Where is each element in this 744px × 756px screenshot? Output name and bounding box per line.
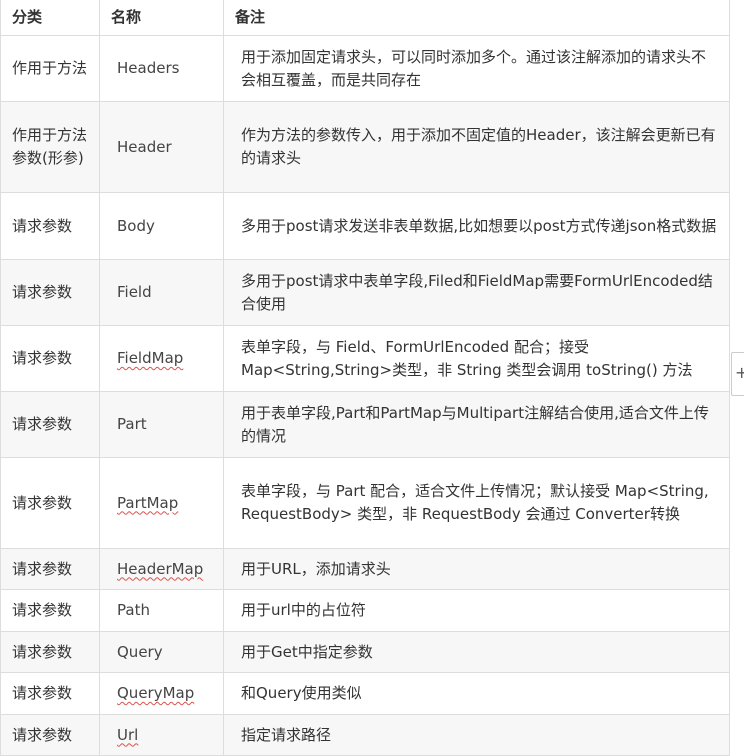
- row-note: 用于添加固定请求头，可以同时添加多个。通过该注解添加的请求头不会相互覆盖，而是共…: [223, 35, 730, 102]
- row-category: 请求参数: [0, 457, 100, 549]
- header-category: 分类: [0, 0, 100, 36]
- row-name: FieldMap: [99, 325, 224, 392]
- row-note: 用于Get中指定参数: [223, 631, 730, 673]
- row-note: 表单字段，与 Field、FormUrlEncoded 配合；接受 Map<St…: [223, 325, 730, 392]
- row-note: 和Query使用类似: [223, 672, 730, 715]
- row-category: 请求参数: [0, 259, 100, 326]
- row-category: 请求参数: [0, 548, 100, 590]
- table-row: 请求参数 Url 指定请求路径: [0, 714, 730, 756]
- row-name: Field: [99, 259, 224, 326]
- row-category: 请求参数: [0, 631, 100, 673]
- row-name: PartMap: [99, 457, 224, 549]
- row-category: 作用于方法: [0, 35, 100, 102]
- table-row: 请求参数 PartMap 表单字段，与 Part 配合，适合文件上传情况；默认接…: [0, 457, 730, 549]
- table-row: 请求参数 Query 用于Get中指定参数: [0, 631, 730, 673]
- header-note: 备注: [223, 0, 730, 36]
- row-category: 请求参数: [0, 325, 100, 392]
- row-category: 请求参数: [0, 192, 100, 260]
- side-expand-tab[interactable]: +: [731, 352, 744, 396]
- row-name: Query: [99, 631, 224, 673]
- row-category: 请求参数: [0, 589, 100, 632]
- row-name: Header: [99, 101, 224, 193]
- row-category: 请求参数: [0, 714, 100, 756]
- row-note: 指定请求路径: [223, 714, 730, 756]
- row-name: Headers: [99, 35, 224, 102]
- row-category: 请求参数: [0, 672, 100, 715]
- row-note: 用于URL，添加请求头: [223, 548, 730, 590]
- table-row: 请求参数 Part 用于表单字段,Part和PartMap与Multipart注…: [0, 391, 730, 458]
- row-category: 作用于方法参数(形参): [0, 101, 100, 193]
- row-note: 表单字段，与 Part 配合，适合文件上传情况；默认接受 Map<String,…: [223, 457, 730, 549]
- table-row: 请求参数 Field 多用于post请求中表单字段,Filed和FieldMap…: [0, 259, 730, 326]
- row-note: 多用于post请求中表单字段,Filed和FieldMap需要FormUrlEn…: [223, 259, 730, 326]
- row-name: HeaderMap: [99, 548, 224, 590]
- table-row: 请求参数 Body 多用于post请求发送非表单数据,比如想要以post方式传递…: [0, 192, 730, 260]
- plus-icon[interactable]: +: [735, 364, 744, 382]
- row-name: Part: [99, 391, 224, 458]
- row-category: 请求参数: [0, 391, 100, 458]
- table-row: 请求参数 FieldMap 表单字段，与 Field、FormUrlEncode…: [0, 325, 730, 392]
- table-row: 作用于方法参数(形参) Header 作为方法的参数传入，用于添加不固定值的He…: [0, 101, 730, 193]
- table-row: 作用于方法 Headers 用于添加固定请求头，可以同时添加多个。通过该注解添加…: [0, 35, 730, 102]
- header-name: 名称: [99, 0, 224, 36]
- annotation-table: 分类 名称 备注 作用于方法 Headers 用于添加固定请求头，可以同时添加多…: [0, 0, 730, 756]
- row-name: Body: [99, 192, 224, 260]
- table-row: 请求参数 HeaderMap 用于URL，添加请求头: [0, 548, 730, 590]
- row-name: Path: [99, 589, 224, 632]
- row-name: Url: [99, 714, 224, 756]
- row-note: 作为方法的参数传入，用于添加不固定值的Header，该注解会更新已有的请求头: [223, 101, 730, 193]
- row-note: 用于表单字段,Part和PartMap与Multipart注解结合使用,适合文件…: [223, 391, 730, 458]
- table-row: 请求参数 Path 用于url中的占位符: [0, 589, 730, 632]
- row-note: 用于url中的占位符: [223, 589, 730, 632]
- table-header-row: 分类 名称 备注: [0, 0, 730, 36]
- row-name: QueryMap: [99, 672, 224, 715]
- row-note: 多用于post请求发送非表单数据,比如想要以post方式传递json格式数据: [223, 192, 730, 260]
- table-row: 请求参数 QueryMap 和Query使用类似: [0, 672, 730, 715]
